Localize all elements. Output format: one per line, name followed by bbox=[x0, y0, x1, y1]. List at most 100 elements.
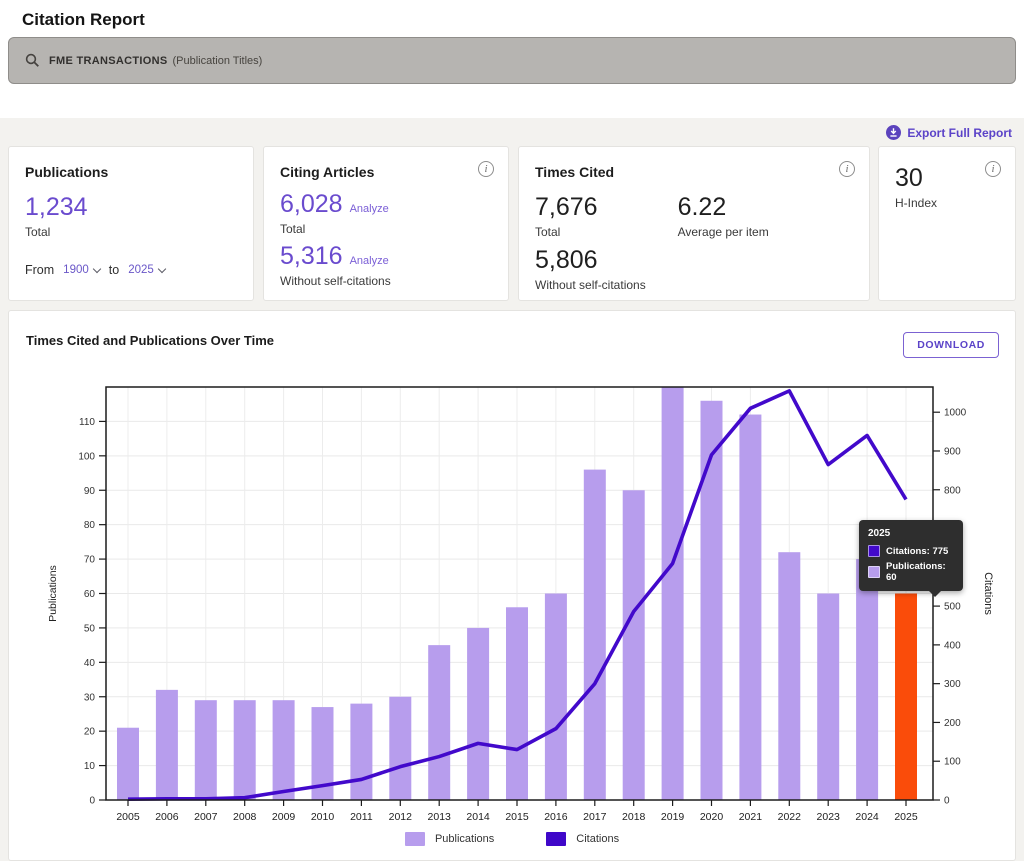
to-label: to bbox=[109, 263, 119, 277]
svg-text:2015: 2015 bbox=[505, 811, 529, 823]
citing-articles-total: 6,028 bbox=[280, 190, 343, 219]
analyze-link[interactable]: Analyze bbox=[350, 255, 389, 267]
export-icon bbox=[886, 125, 901, 140]
svg-text:2020: 2020 bbox=[700, 811, 724, 823]
svg-text:1000: 1000 bbox=[944, 408, 967, 419]
legend-publications[interactable]: Publications bbox=[405, 832, 494, 846]
citations-swatch bbox=[546, 832, 566, 846]
times-cited-total-label: Total bbox=[535, 225, 598, 239]
svg-text:800: 800 bbox=[944, 485, 961, 496]
page-title: Citation Report bbox=[22, 10, 145, 30]
svg-text:200: 200 bbox=[944, 718, 961, 729]
bar-2018[interactable] bbox=[623, 490, 645, 800]
chart-legend: Publications Citations bbox=[9, 832, 1015, 846]
to-year-select[interactable]: 2025 bbox=[128, 264, 165, 276]
from-label: From bbox=[25, 263, 54, 277]
search-query: FME TRANSACTIONS bbox=[49, 55, 167, 67]
bar-2024[interactable] bbox=[856, 559, 878, 800]
svg-text:2012: 2012 bbox=[389, 811, 413, 823]
chart-card: Times Cited and Publications Over Time D… bbox=[8, 310, 1016, 861]
svg-text:500: 500 bbox=[944, 602, 961, 613]
citation-report-page: Citation Report FME TRANSACTIONS (Public… bbox=[0, 0, 1024, 861]
tooltip-arrow bbox=[929, 591, 941, 597]
citing-articles-title: Citing Articles bbox=[280, 164, 492, 180]
publications-total: 1,234 bbox=[25, 193, 237, 222]
svg-text:400: 400 bbox=[944, 640, 961, 651]
right-axis-label: Citations bbox=[982, 572, 994, 615]
bar-2005[interactable] bbox=[117, 728, 139, 800]
citing-total-label: Total bbox=[280, 222, 492, 236]
search-icon bbox=[25, 53, 40, 68]
bar-2023[interactable] bbox=[817, 594, 839, 801]
bar-2015[interactable] bbox=[506, 607, 528, 800]
chart-tooltip: 2025 Citations: 775 Publications: 60 bbox=[859, 520, 963, 591]
svg-text:2021: 2021 bbox=[739, 811, 763, 823]
publications-card-title: Publications bbox=[25, 164, 237, 180]
svg-text:100: 100 bbox=[78, 451, 95, 462]
svg-text:2016: 2016 bbox=[544, 811, 568, 823]
bar-2008[interactable] bbox=[234, 700, 256, 800]
svg-text:2014: 2014 bbox=[466, 811, 490, 823]
svg-text:90: 90 bbox=[84, 486, 96, 497]
export-label: Export Full Report bbox=[907, 126, 1012, 140]
svg-text:0: 0 bbox=[89, 796, 95, 807]
svg-text:2023: 2023 bbox=[817, 811, 841, 823]
svg-text:110: 110 bbox=[79, 417, 95, 428]
legend-citations[interactable]: Citations bbox=[546, 832, 619, 846]
bar-2011[interactable] bbox=[350, 704, 372, 800]
bar-2013[interactable] bbox=[428, 645, 450, 800]
from-year-select[interactable]: 1900 bbox=[63, 264, 100, 276]
bar-2020[interactable] bbox=[701, 401, 723, 800]
svg-text:30: 30 bbox=[84, 692, 96, 703]
svg-text:2017: 2017 bbox=[583, 811, 607, 823]
tooltip-publications-swatch bbox=[868, 566, 880, 578]
times-cited-without-self: 5,806 bbox=[535, 246, 853, 275]
search-bar[interactable]: FME TRANSACTIONS (Publication Titles) bbox=[8, 37, 1016, 84]
h-index-label: H-Index bbox=[895, 196, 999, 210]
times-cited-card: Times Cited 7,676 Total 6.22 Average per… bbox=[518, 146, 870, 301]
svg-text:2006: 2006 bbox=[155, 811, 179, 823]
times-cited-without-self-label: Without self-citations bbox=[535, 278, 853, 292]
bar-2016[interactable] bbox=[545, 594, 567, 801]
svg-text:60: 60 bbox=[84, 589, 96, 600]
bar-2012[interactable] bbox=[389, 697, 411, 800]
svg-text:2007: 2007 bbox=[194, 811, 218, 823]
tooltip-citations-value: Citations: 775 bbox=[886, 546, 948, 557]
info-icon[interactable] bbox=[839, 161, 855, 177]
publications-swatch bbox=[405, 832, 425, 846]
publications-total-label: Total bbox=[25, 225, 237, 239]
svg-text:2024: 2024 bbox=[855, 811, 879, 823]
svg-text:900: 900 bbox=[944, 446, 961, 457]
chevron-down-icon bbox=[158, 264, 166, 272]
svg-text:2022: 2022 bbox=[778, 811, 802, 823]
tooltip-year: 2025 bbox=[868, 528, 955, 539]
left-axis-label: Publications bbox=[47, 565, 59, 622]
info-icon[interactable] bbox=[478, 161, 494, 177]
svg-text:2019: 2019 bbox=[661, 811, 685, 823]
chevron-down-icon bbox=[93, 264, 101, 272]
svg-text:50: 50 bbox=[84, 623, 96, 634]
analyze-link[interactable]: Analyze bbox=[350, 203, 389, 215]
bar-2009[interactable] bbox=[273, 700, 295, 800]
svg-text:100: 100 bbox=[944, 757, 961, 768]
times-cited-total: 7,676 bbox=[535, 193, 598, 222]
times-cited-title: Times Cited bbox=[535, 164, 853, 180]
bar-2007[interactable] bbox=[195, 700, 217, 800]
h-index-value: 30 bbox=[895, 164, 999, 193]
info-icon[interactable] bbox=[985, 161, 1001, 177]
svg-text:40: 40 bbox=[84, 658, 96, 669]
bar-2022[interactable] bbox=[778, 552, 800, 800]
svg-text:80: 80 bbox=[84, 520, 96, 531]
bar-2017[interactable] bbox=[584, 470, 606, 800]
bar-2014[interactable] bbox=[467, 628, 489, 800]
bar-2006[interactable] bbox=[156, 690, 178, 800]
export-full-report-link[interactable]: Export Full Report bbox=[886, 125, 1012, 140]
svg-text:0: 0 bbox=[944, 796, 950, 807]
tooltip-publications-value: Publications: 60 bbox=[886, 561, 955, 583]
svg-text:10: 10 bbox=[84, 761, 96, 772]
bar-2021[interactable] bbox=[739, 415, 761, 800]
svg-text:2010: 2010 bbox=[311, 811, 335, 823]
bar-2025[interactable] bbox=[895, 594, 917, 801]
bar-2019[interactable] bbox=[662, 387, 684, 800]
svg-text:2011: 2011 bbox=[350, 811, 373, 823]
